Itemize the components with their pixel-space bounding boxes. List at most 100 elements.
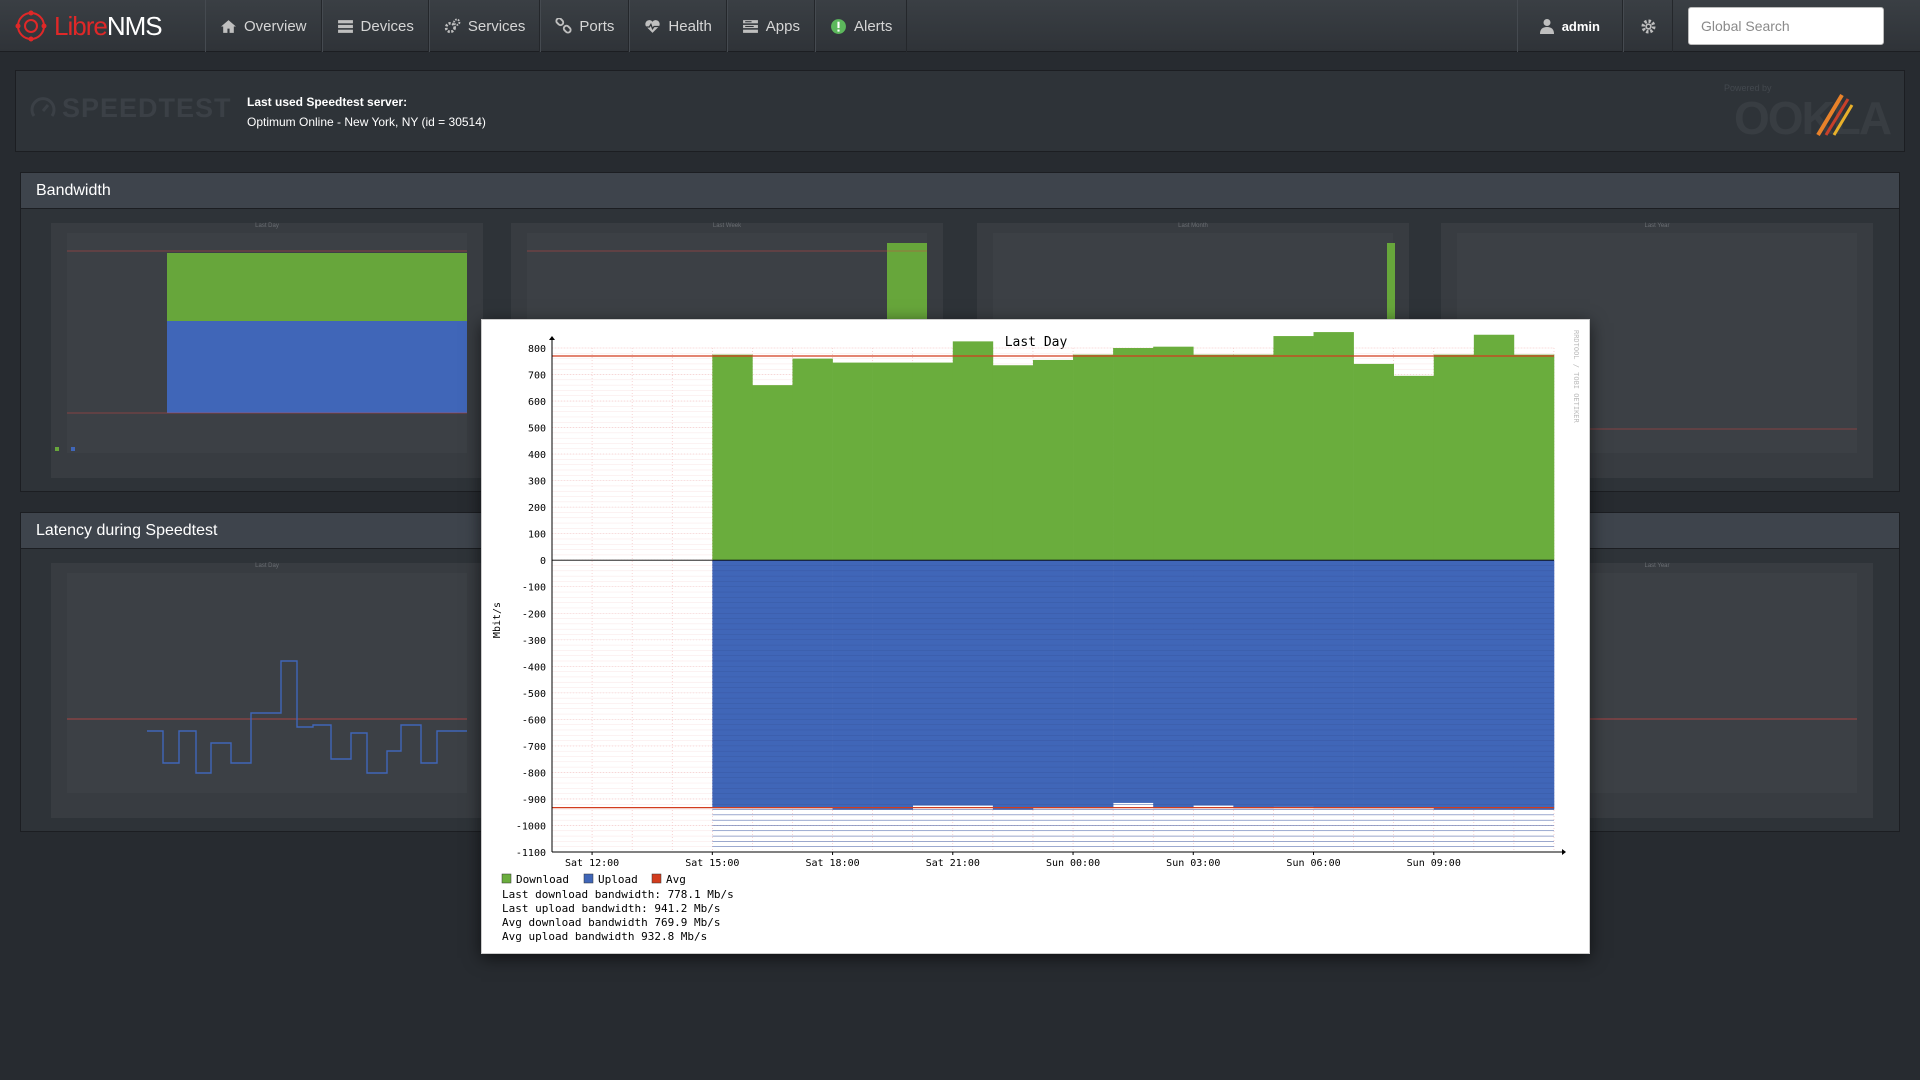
server-icon — [337, 19, 353, 33]
x-tick-label: Sat 15:00 — [685, 858, 739, 869]
upload-bar — [992, 560, 1034, 810]
download-bar — [832, 362, 873, 561]
panel-title: Bandwidth — [21, 173, 1899, 209]
legend-label: Upload — [598, 873, 638, 886]
graph-popup[interactable]: Last Day Mbit/s RRDTOOL / TOBI OETIKER 8… — [481, 319, 1590, 954]
legend-stat-line: Last upload bandwidth: 941.2 Mb/s — [502, 902, 721, 915]
x-tick-label: Sun 00:00 — [1046, 858, 1100, 869]
legend-label: Download — [516, 873, 569, 886]
bandwidth-day-thumb-svg — [55, 233, 467, 453]
download-bar — [1073, 354, 1114, 561]
download-bar — [872, 362, 914, 561]
main-menu: Overview Devices Services Ports Health A… — [205, 0, 908, 52]
nav-label: Alerts — [853, 17, 893, 35]
nav-services[interactable]: Services — [428, 0, 541, 52]
librenms-logo[interactable]: LibreNMS — [14, 9, 163, 43]
y-axis-arrow — [549, 336, 555, 340]
x-tick-label: Sat 18:00 — [805, 858, 859, 869]
latency-day-thumb-svg — [67, 573, 467, 793]
upload-bar — [1473, 560, 1515, 810]
nav-health[interactable]: Health — [629, 0, 727, 52]
download-bar — [912, 362, 954, 561]
gear-icon — [1640, 18, 1656, 34]
upload-bar — [1433, 560, 1475, 810]
bandwidth-last-day-chart: Last Day Mbit/s RRDTOOL / TOBI OETIKER 8… — [492, 330, 1580, 943]
x-tick-label: Sat 12:00 — [565, 858, 619, 869]
y-tick-label: -200 — [522, 609, 546, 620]
settings-menu[interactable] — [1623, 0, 1673, 52]
nav-apps[interactable]: Apps — [726, 0, 815, 52]
legend-swatch — [651, 873, 662, 884]
nav-label: Overview — [244, 17, 307, 35]
upload-bar — [832, 560, 873, 810]
upload-bar — [912, 560, 954, 806]
tasks-icon — [742, 19, 758, 33]
global-search-input[interactable] — [1688, 7, 1884, 45]
legend-label: Avg — [666, 873, 686, 886]
legend-swatch — [583, 873, 594, 884]
ookla-logo: Powered by OOKLA — [1722, 83, 1892, 144]
nav-label: Services — [467, 17, 526, 35]
nav-label: Devices — [360, 17, 414, 35]
y-tick-label: 100 — [528, 530, 546, 541]
y-tick-label: -1100 — [516, 848, 546, 859]
user-menu[interactable]: admin — [1516, 0, 1623, 52]
y-tick-label: -300 — [522, 636, 546, 647]
y-tick-label: 0 — [540, 556, 546, 567]
cogs-icon — [444, 18, 461, 33]
y-tick-label: 200 — [528, 503, 546, 514]
upload-bar — [1513, 560, 1555, 810]
legend-stat-line: Avg download bandwidth 769.9 Mb/s — [502, 916, 721, 929]
rrdtool-watermark: RRDTOOL / TOBI OETIKER — [1572, 330, 1580, 424]
download-bar — [1233, 354, 1274, 561]
top-navbar: LibreNMS Overview Devices Services Ports… — [0, 0, 1920, 52]
x-tick-label: Sun 09:00 — [1407, 858, 1461, 869]
upload-bar — [872, 560, 914, 810]
download-bar — [992, 365, 1034, 561]
download-bar — [1473, 334, 1515, 561]
x-axis-arrow — [1562, 849, 1566, 855]
thumb-title: Last Day — [255, 563, 279, 569]
x-tick-label: Sun 06:00 — [1286, 858, 1340, 869]
nav-label: Apps — [765, 17, 800, 35]
y-tick-label: 300 — [528, 477, 546, 488]
y-tick-label: -1000 — [516, 821, 546, 832]
download-bar — [1433, 354, 1475, 561]
nav-ports[interactable]: Ports — [540, 0, 630, 52]
y-axis-label: Mbit/s — [492, 602, 503, 638]
home-icon — [221, 19, 236, 33]
latency-graph-day[interactable]: Last Day — [51, 563, 483, 818]
speedometer-icon — [30, 96, 56, 117]
upload-bar — [952, 560, 994, 806]
ookla-mark-icon — [1816, 93, 1854, 137]
download-bar — [952, 341, 994, 561]
server-value: Optimum Online - New York, NY (id = 3051… — [247, 115, 486, 129]
thumb-title: Last Week — [712, 223, 742, 229]
nav-devices[interactable]: Devices — [321, 0, 429, 52]
thumb-title: Last Month — [1178, 223, 1208, 229]
user-name: admin — [1561, 18, 1600, 34]
bandwidth-graph-day[interactable]: Last Day — [51, 223, 483, 478]
y-tick-label: -500 — [522, 689, 546, 700]
chart-legend: Download Upload Avg Last download bandwidth… — [501, 873, 734, 943]
upload-bar — [1193, 560, 1234, 806]
nav-label: Health — [668, 17, 712, 35]
logo-text: LibreNMS — [54, 10, 163, 41]
link-icon — [555, 17, 572, 34]
nav-alerts[interactable]: Alerts — [814, 0, 908, 52]
y-tick-label: 600 — [528, 397, 546, 408]
legend-stat-line: Last download bandwidth: 778.1 Mb/s — [502, 888, 734, 901]
speedtest-logo-text: SPEEDTEST — [62, 93, 232, 123]
user-icon — [1539, 19, 1554, 34]
upload-bar — [1113, 560, 1154, 803]
speedtest-server-box: SPEEDTEST Last used Speedtest server: Op… — [15, 70, 1905, 152]
download-bar — [1193, 354, 1234, 561]
y-tick-label: -100 — [522, 583, 546, 594]
nav-overview[interactable]: Overview — [205, 0, 322, 52]
y-tick-label: -400 — [522, 662, 546, 673]
download-bar — [1153, 346, 1194, 561]
y-tick-label: -800 — [522, 768, 546, 779]
speedtest-logo: SPEEDTEST — [30, 93, 232, 124]
thumb-title: Last Year — [1644, 223, 1670, 229]
x-tick-label: Sun 03:00 — [1166, 858, 1220, 869]
